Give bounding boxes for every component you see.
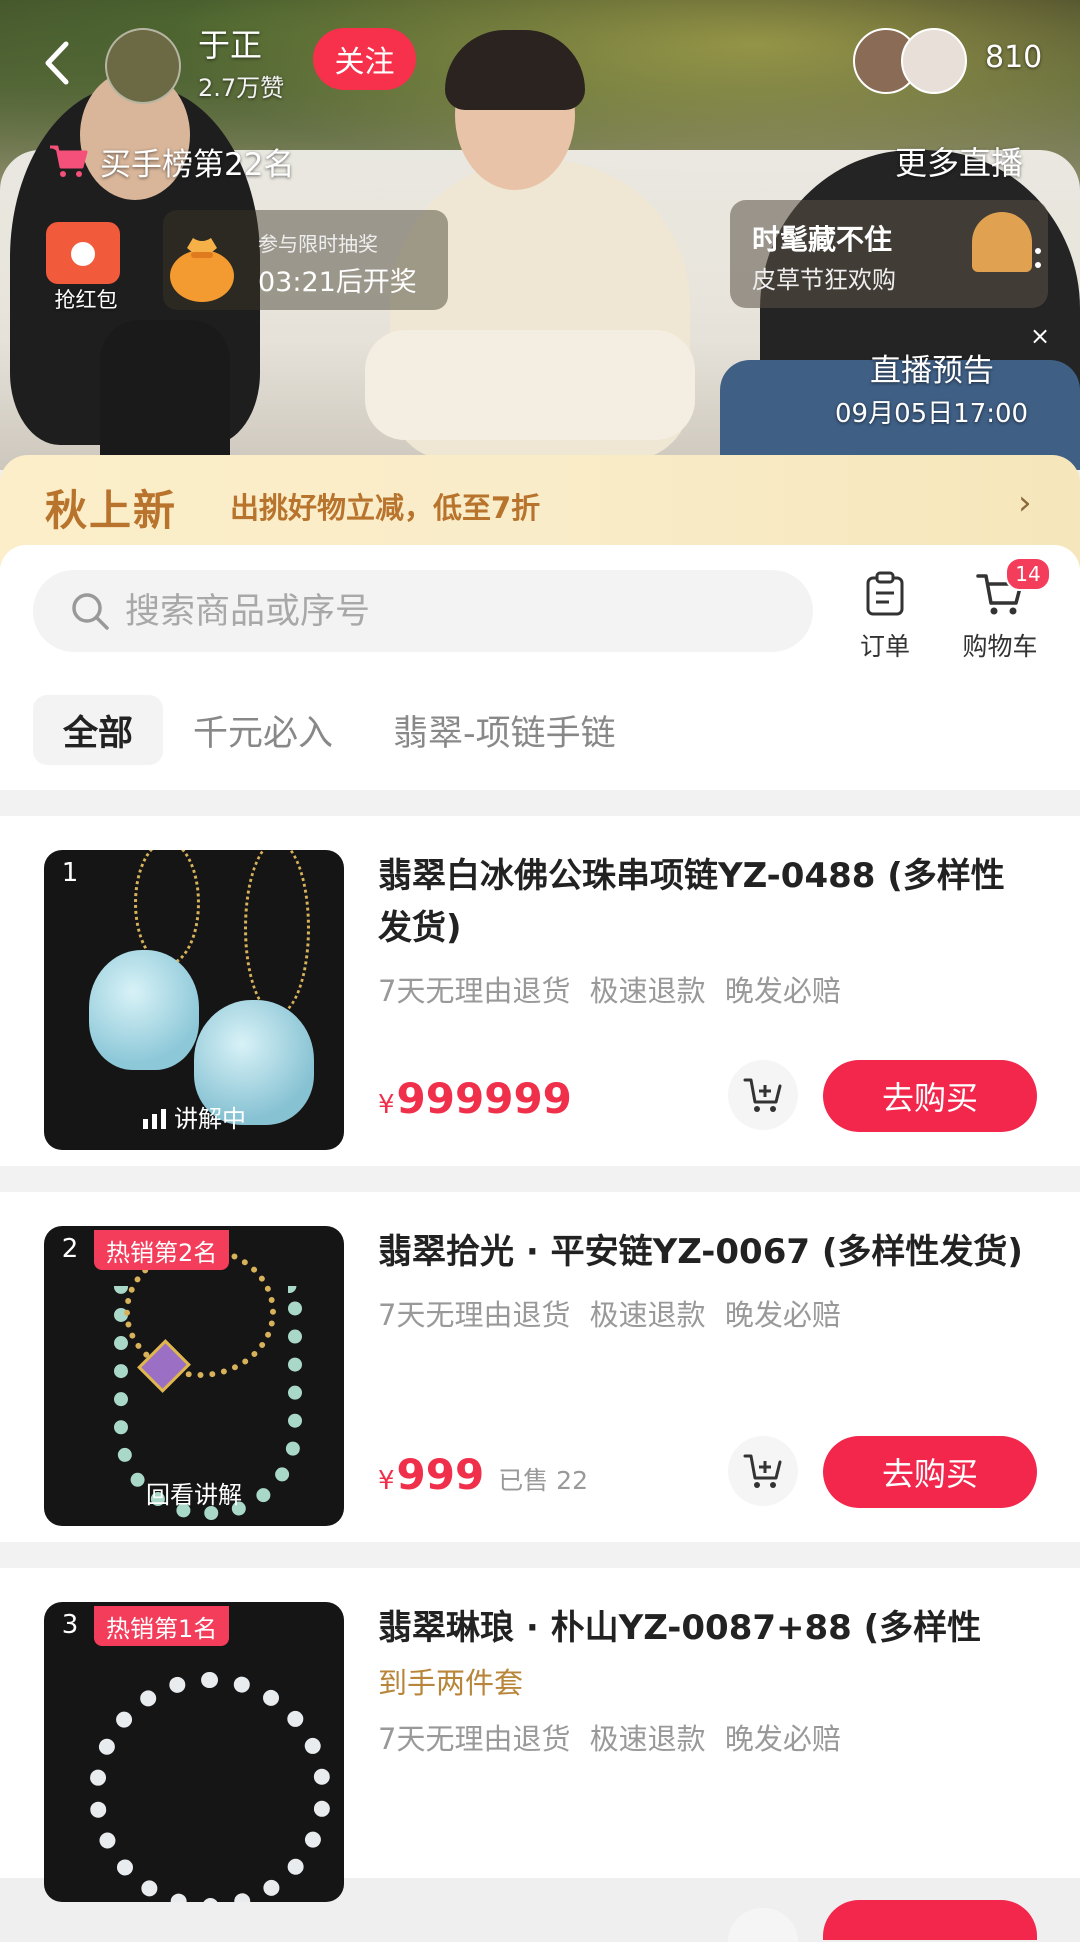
orders-label: 订单 [859,632,910,661]
cart-button[interactable]: 14 购物车 [955,557,1051,663]
viewer-avatars[interactable] [853,28,973,94]
product-index: 1 [61,858,79,888]
explaining-tag: 讲解中 [44,1099,344,1134]
jade-buddha-pendant [89,950,199,1070]
product-services: 7天无理由退货 极速退款 晚发必赔 [378,1722,841,1756]
red-packet-label: 抢红包 [54,288,118,312]
divider [0,1542,1080,1568]
add-to-cart-button[interactable] [728,1060,798,1130]
carousel-dots [1035,248,1043,288]
live-video-area[interactable]: 于正 2.7万赞 关注 810 买手榜第22名 更多直播 抢红包 参与限时抽奖 … [0,0,1080,470]
hot-sale-badge: 热销第1名 [94,1606,230,1646]
lottery-countdown: 03:21后开奖 [258,267,417,298]
promo-card-subtitle: 皮草节狂欢购 [752,266,896,294]
sold-count: 已售 22 [498,1466,588,1495]
add-to-cart-icon [743,1454,782,1488]
product-index: 3 [61,1610,79,1640]
product-item[interactable]: 1 讲解中 翡翠白冰佛公珠串项链YZ-0488 (多样性发货) 7天无理由退货 … [0,816,1080,1166]
product-index: 2 [61,1234,79,1264]
product-thumbnail[interactable]: 1 讲解中 [44,850,344,1150]
explaining-label: 讲解中 [174,1105,246,1133]
white-jade-bracelet [89,1672,331,1902]
red-envelope-seal [71,242,95,266]
lucky-bag-icon [170,238,234,302]
viewer-count[interactable]: 810 [985,40,1042,75]
pillow [365,330,695,440]
product-price: ¥ 999999 [378,1074,572,1123]
product-thumbnail[interactable]: 3 热销第1名 [44,1602,344,1902]
fur-hat-thumbnail [972,212,1032,272]
product-thumbnail[interactable]: 2 热销第2名 回看讲解 [44,1226,344,1526]
jewelry-bust-display [100,320,230,470]
product-item[interactable]: 3 热销第1名 翡翠琳琅 · 朴山YZ-0087+88 (多样性 到手两件套 7… [0,1568,1080,1942]
search-bar[interactable] [33,570,813,652]
hot-sale-badge: 热销第2名 [94,1230,230,1270]
lottery-line1: 参与限时抽奖 [258,232,378,256]
product-services: 7天无理由退货 极速退款 晚发必赔 [378,1298,841,1332]
lottery-widget[interactable]: 参与限时抽奖 03:21后开奖 [163,210,448,310]
close-icon[interactable]: × [1030,322,1050,350]
anchor-avatar[interactable] [105,28,181,104]
live-preview-time: 09月05日17:00 [835,399,1029,429]
viewer-avatar [901,28,967,94]
buyer-rank-badge[interactable]: 买手榜第22名 [48,136,294,186]
chevron-right-icon: › [1018,483,1032,523]
tab-jade-necklace-bracelet[interactable]: 翡翠-项链手链 [363,695,646,765]
add-to-cart-button[interactable] [728,1436,798,1506]
search-input[interactable] [123,584,787,640]
shopping-cart-icon [50,145,88,177]
replay-tag[interactable]: 回看讲解 [44,1475,344,1510]
cart-label: 购物车 [962,632,1038,661]
live-preview-title[interactable]: 直播预告 [870,345,994,390]
product-list: 1 讲解中 翡翠白冰佛公珠串项链YZ-0488 (多样性发货) 7天无理由退货 … [0,790,1080,1942]
product-info: 翡翠琳琅 · 朴山YZ-0087+88 (多样性 到手两件套 7天无理由退货 极… [378,1602,1028,1758]
buy-button[interactable]: 去购买 [823,1060,1037,1132]
anchor-name[interactable]: 于正 [198,20,262,66]
rank-text: 买手榜第22名 [100,146,295,183]
anchor-likes: 2.7万赞 [198,74,285,102]
category-tabs: 全部 千元必入 翡翠-项链手链 [33,695,646,765]
product-price: ¥ 999 已售 22 [378,1450,588,1499]
divider [0,1166,1080,1192]
product-info: 翡翠拾光 · 平安链YZ-0067 (多样性发货) 7天无理由退货 极速退款 晚… [378,1226,1028,1334]
product-name[interactable]: 翡翠琳琅 · 朴山YZ-0087+88 (多样性 [378,1602,1028,1654]
add-to-cart-icon [743,1078,782,1112]
gold-chain [244,850,310,1016]
product-info: 翡翠白冰佛公珠串项链YZ-0488 (多样性发货) 7天无理由退货 极速退款 晚… [378,850,1028,1010]
promo-card-title: 时髦藏不住 [752,223,893,256]
buy-button[interactable] [823,1900,1037,1940]
banner-subtitle: 出挑好物立减，低至7折 [230,491,541,525]
price-value: 999999 [396,1074,572,1123]
search-icon [72,593,109,630]
bundle-note: 到手两件套 [378,1666,524,1700]
gold-chain [134,850,200,966]
divider [0,790,1080,816]
currency-symbol: ¥ [378,1090,395,1120]
add-to-cart-button[interactable] [728,1908,798,1942]
buy-button[interactable]: 去购买 [823,1436,1037,1508]
back-button[interactable] [38,38,78,88]
orders-button[interactable]: 订单 [855,571,915,663]
signal-bars-icon [143,1109,166,1129]
product-item[interactable]: 2 热销第2名 回看讲解 翡翠拾光 · 平安链YZ-0067 (多样性发货) 7… [0,1192,1080,1542]
banner-title: 秋上新 [45,486,178,535]
more-live-button[interactable]: 更多直播 [895,138,1023,184]
price-value: 999 [396,1450,485,1499]
red-packet-button[interactable]: 抢红包 [46,222,126,314]
product-name[interactable]: 翡翠白冰佛公珠串项链YZ-0488 (多样性发货) [378,850,1028,954]
back-arrow-icon [45,41,69,85]
order-clipboard-icon [866,571,904,616]
cart-count-badge: 14 [1005,557,1051,591]
shop-panel: 订单 14 购物车 全部 千元必入 翡翠-项链手链 1 [0,545,1080,1942]
tab-all[interactable]: 全部 [33,695,164,765]
follow-button[interactable]: 关注 [313,28,416,90]
promo-card[interactable]: 时髦藏不住 皮草节狂欢购 [730,200,1048,308]
tab-premium[interactable]: 千元必入 [163,695,363,765]
product-name[interactable]: 翡翠拾光 · 平安链YZ-0067 (多样性发货) [378,1226,1028,1278]
currency-symbol: ¥ [378,1466,395,1496]
product-services: 7天无理由退货 极速退款 晚发必赔 [378,974,841,1008]
